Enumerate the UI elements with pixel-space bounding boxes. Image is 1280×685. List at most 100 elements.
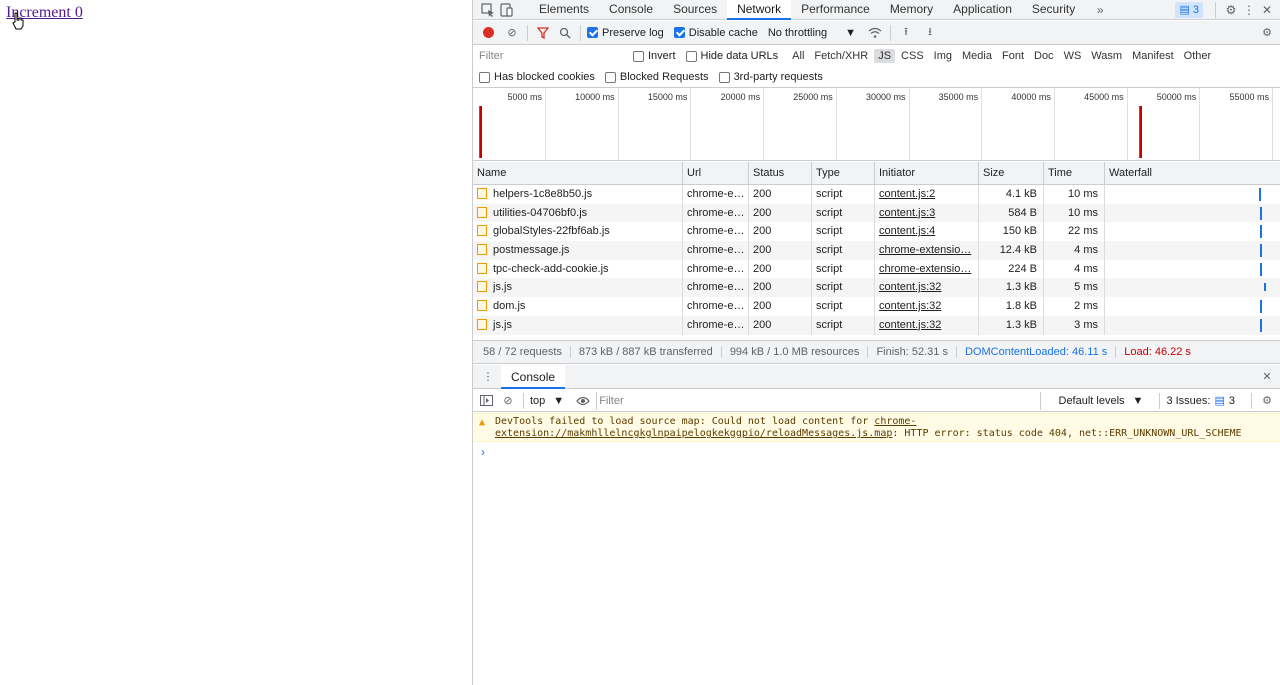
console-prompt[interactable]: › bbox=[481, 445, 485, 459]
filter-type-font[interactable]: Font bbox=[998, 49, 1028, 63]
column-header-type[interactable]: Type bbox=[812, 162, 875, 185]
transferred-size: 873 kB / 887 kB transferred bbox=[579, 346, 722, 358]
context-select[interactable]: top ▼ bbox=[530, 395, 564, 407]
throttling-select[interactable]: No throttling ▼ bbox=[768, 27, 856, 39]
column-header-time[interactable]: Time bbox=[1044, 162, 1105, 185]
filter-type-wasm[interactable]: Wasm bbox=[1087, 49, 1126, 63]
third-party-requests-checkbox[interactable]: 3rd-party requests bbox=[718, 71, 823, 83]
table-row[interactable]: js.js chrome-e… 200 script content.js:32 1.3 … bbox=[473, 278, 1280, 298]
settings-gear-icon[interactable]: ⚙ bbox=[1222, 1, 1240, 19]
console-issues-button[interactable]: 3 Issues: ▤ 3 bbox=[1166, 394, 1235, 408]
filter-type-fetch-xhr[interactable]: Fetch/XHR bbox=[810, 49, 872, 63]
inspect-element-icon[interactable] bbox=[479, 1, 497, 19]
hide-data-urls-checkbox[interactable]: Hide data URLs bbox=[685, 50, 778, 62]
tab-security[interactable]: Security bbox=[1022, 0, 1085, 20]
disable-cache-checkbox[interactable]: Disable cache bbox=[673, 27, 758, 39]
device-toolbar-icon[interactable] bbox=[497, 1, 515, 19]
cell-initiator[interactable]: content.js:3 bbox=[875, 203, 979, 223]
log-levels-select[interactable]: Default levels ▼ bbox=[1059, 395, 1144, 407]
console-filter-input[interactable]: Filter bbox=[596, 391, 1042, 410]
import-har-icon[interactable]: ⭱ bbox=[897, 24, 915, 42]
filter-type-all[interactable]: All bbox=[788, 49, 808, 63]
script-file-icon bbox=[477, 206, 487, 218]
tab-console[interactable]: Console bbox=[599, 0, 663, 20]
drawer-menu-icon[interactable]: ⋮ bbox=[479, 368, 497, 386]
filter-type-doc[interactable]: Doc bbox=[1030, 49, 1058, 63]
cell-initiator[interactable]: content.js:32 bbox=[875, 297, 979, 316]
cell-initiator[interactable]: content.js:32 bbox=[875, 278, 979, 298]
table-row[interactable]: js.js chrome-e… 200 script content.js:32 1.3 … bbox=[473, 315, 1280, 335]
cell-url: chrome-e… bbox=[683, 222, 749, 242]
drawer-tab-console[interactable]: Console bbox=[501, 364, 566, 389]
console-settings-icon[interactable]: ⚙ bbox=[1258, 392, 1276, 410]
table-row[interactable]: dom.js chrome-e… 200 script content.js:32 1.8… bbox=[473, 297, 1280, 316]
cell-initiator[interactable]: chrome-extensio… bbox=[875, 259, 979, 279]
tab-network[interactable]: Network bbox=[727, 0, 792, 20]
cell-initiator[interactable]: content.js:2 bbox=[875, 185, 979, 204]
filter-type-img[interactable]: Img bbox=[930, 49, 956, 63]
dropdown-arrow-icon: ▼ bbox=[845, 26, 857, 39]
table-header: Name Url Status Type Initiator Size Time Waterf… bbox=[473, 162, 1280, 185]
cell-size: 4.1 kB bbox=[979, 185, 1044, 204]
cell-initiator[interactable]: chrome-extensio… bbox=[875, 241, 979, 260]
table-row[interactable]: tpc-check-add-cookie.js chrome-e… 200 scrip… bbox=[473, 259, 1280, 279]
tab-application[interactable]: Application bbox=[943, 0, 1022, 20]
close-devtools-icon[interactable]: ✕ bbox=[1258, 1, 1276, 19]
script-file-icon bbox=[477, 225, 487, 237]
clear-icon[interactable]: ⊘ bbox=[503, 24, 521, 42]
filter-type-manifest[interactable]: Manifest bbox=[1128, 49, 1178, 63]
table-row[interactable]: utilities-04706bf0.js chrome-e… 200 script c… bbox=[473, 203, 1280, 223]
network-settings-icon[interactable]: ⚙ bbox=[1258, 24, 1276, 42]
cell-initiator[interactable]: content.js:32 bbox=[875, 315, 979, 335]
search-icon[interactable] bbox=[556, 24, 574, 42]
tab-sources[interactable]: Sources bbox=[663, 0, 727, 20]
network-conditions-icon[interactable] bbox=[866, 24, 884, 42]
cell-status: 200 bbox=[749, 315, 812, 335]
cell-type: script bbox=[812, 259, 875, 279]
message-icon: ▤ bbox=[1214, 395, 1225, 407]
cell-url: chrome-e… bbox=[683, 278, 749, 298]
has-blocked-cookies-checkbox[interactable]: Has blocked cookies bbox=[479, 71, 595, 83]
console-sidebar-icon[interactable] bbox=[477, 392, 495, 410]
cell-status: 200 bbox=[749, 222, 812, 242]
column-header-initiator[interactable]: Initiator bbox=[875, 162, 979, 185]
filter-funnel-icon[interactable] bbox=[534, 24, 552, 42]
live-expression-eye-icon[interactable] bbox=[574, 392, 592, 410]
more-options-icon[interactable]: ⋮ bbox=[1240, 1, 1258, 19]
record-icon[interactable] bbox=[479, 24, 497, 42]
filter-type-js[interactable]: JS bbox=[874, 49, 896, 63]
tab-memory[interactable]: Memory bbox=[880, 0, 943, 20]
close-drawer-icon[interactable]: ✕ bbox=[1258, 368, 1276, 386]
column-header-url[interactable]: Url bbox=[683, 162, 749, 185]
column-header-waterfall[interactable]: Waterfall bbox=[1105, 162, 1280, 185]
network-toolbar: ⊘ Preserve log Disable cache No throttli… bbox=[473, 21, 1280, 45]
cell-type: script bbox=[812, 203, 875, 223]
blocked-requests-checkbox[interactable]: Blocked Requests bbox=[604, 71, 709, 83]
tab-performance[interactable]: Performance bbox=[791, 0, 880, 20]
invert-checkbox[interactable]: Invert bbox=[633, 50, 676, 62]
column-header-size[interactable]: Size bbox=[979, 162, 1044, 185]
clear-console-icon[interactable]: ⊘ bbox=[499, 392, 517, 410]
column-header-name[interactable]: Name bbox=[473, 162, 683, 185]
more-tabs-icon[interactable]: » bbox=[1091, 1, 1109, 19]
network-overview-timeline[interactable]: 5000 ms 10000 ms 15000 ms 20000 ms 25000 ms 3… bbox=[473, 88, 1280, 161]
filter-type-other[interactable]: Other bbox=[1180, 49, 1216, 63]
issues-badge[interactable]: ▤ 3 bbox=[1175, 1, 1203, 18]
column-header-status[interactable]: Status bbox=[749, 162, 812, 185]
tab-elements[interactable]: Elements bbox=[529, 0, 599, 20]
network-filter-input[interactable]: Filter bbox=[477, 47, 625, 65]
cell-type: script bbox=[812, 278, 875, 298]
filter-type-media[interactable]: Media bbox=[958, 49, 996, 63]
cell-url: chrome-e… bbox=[683, 203, 749, 223]
preserve-log-checkbox[interactable]: Preserve log bbox=[587, 27, 664, 39]
cell-initiator[interactable]: content.js:4 bbox=[875, 222, 979, 242]
filter-type-css[interactable]: CSS bbox=[897, 49, 928, 63]
cell-status: 200 bbox=[749, 278, 812, 298]
inspected-page: Increment 0 bbox=[0, 0, 472, 685]
timeline-tick-label: 35000 ms bbox=[938, 92, 979, 102]
table-row[interactable]: helpers-1c8e8b50.js chrome-e… 200 script con… bbox=[473, 185, 1280, 204]
table-row[interactable]: postmessage.js chrome-e… 200 script chrome-e… bbox=[473, 241, 1280, 260]
table-row[interactable]: globalStyles-22fbf6ab.js chrome-e… 200 scri… bbox=[473, 222, 1280, 242]
export-har-icon[interactable]: ⭳ bbox=[921, 24, 939, 42]
filter-type-ws[interactable]: WS bbox=[1060, 49, 1086, 63]
